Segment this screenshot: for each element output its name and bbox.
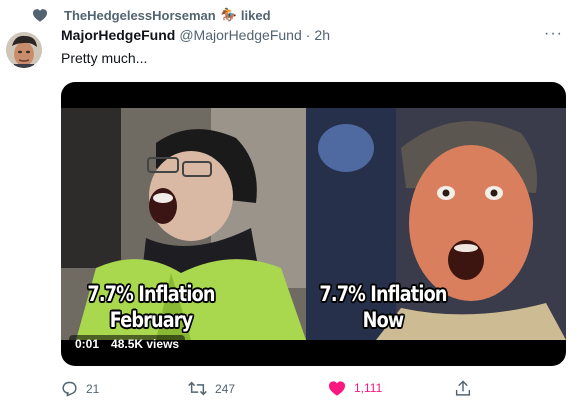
like-count: 1,111 xyxy=(354,381,383,395)
caption-right-line2: Now xyxy=(362,308,405,332)
retweet-count: 247 xyxy=(215,381,236,396)
video-time: 0:01 xyxy=(75,337,100,351)
reply-count: 21 xyxy=(86,381,100,396)
tweet-header: MajorHedgeFund @MajorHedgeFund · 2h xyxy=(61,27,330,43)
share-icon xyxy=(455,380,471,396)
reply-icon xyxy=(62,381,77,397)
view-count: 48.5K views xyxy=(111,337,180,351)
more-icon[interactable]: ··· xyxy=(544,26,563,42)
horse-emoji-icon: 🏇 xyxy=(220,7,237,22)
separator-dot: · xyxy=(305,27,311,43)
liker-name[interactable]: TheHedgelessHorseman xyxy=(64,8,216,23)
like-icon xyxy=(328,381,346,396)
caption-left-line2: February xyxy=(109,308,193,332)
retweet-button[interactable]: 247 xyxy=(188,380,235,397)
caption-right: 7.7% Inflation Now xyxy=(307,281,458,333)
liked-label: liked xyxy=(240,7,271,23)
display-name[interactable]: MajorHedgeFund xyxy=(61,27,175,43)
social-context: TheHedgelessHorseman 🏇 liked xyxy=(32,7,271,23)
timestamp[interactable]: 2h xyxy=(314,27,330,43)
avatar[interactable] xyxy=(6,32,42,68)
video-player[interactable]: 7.7% Inflation February 7.7% Inflation N… xyxy=(61,82,566,366)
caption-left: 7.7% Inflation February xyxy=(75,281,226,333)
heart-icon xyxy=(32,9,48,22)
share-button[interactable] xyxy=(455,380,471,397)
reply-button[interactable]: 21 xyxy=(61,380,99,397)
video-meta: 0:01 48.5K views xyxy=(69,335,186,353)
tweet-text: Pretty much... xyxy=(61,50,148,66)
caption-right-line1: 7.7% Inflation xyxy=(319,282,447,306)
user-handle[interactable]: @MajorHedgeFund xyxy=(179,27,301,43)
retweet-icon xyxy=(188,381,207,396)
like-button[interactable]: 1,111 xyxy=(328,380,382,396)
caption-left-line1: 7.7% Inflation xyxy=(87,282,215,306)
